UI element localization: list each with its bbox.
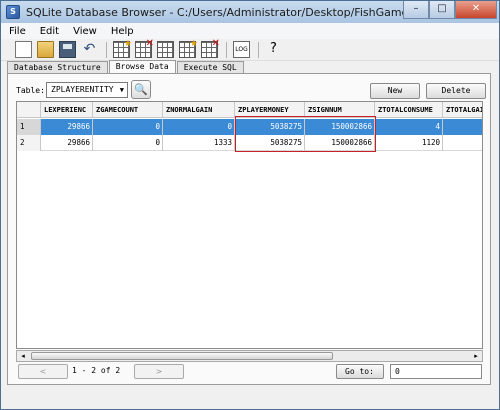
- toolbar-separator: [226, 41, 227, 58]
- table-cell[interactable]: [443, 135, 482, 151]
- table-cell[interactable]: 29866: [41, 119, 93, 135]
- open-database-icon[interactable]: [37, 41, 54, 58]
- previous-page-button[interactable]: <: [18, 364, 68, 379]
- menu-view[interactable]: View: [73, 26, 97, 37]
- corner-header: [17, 102, 41, 118]
- table-cell[interactable]: 29866: [41, 135, 93, 151]
- close-button[interactable]: ✕: [455, 1, 497, 19]
- goto-button[interactable]: Go to:: [336, 364, 384, 379]
- row-number[interactable]: 1: [17, 119, 41, 135]
- app-window: S SQLite Database Browser - C:/Users/Adm…: [0, 0, 500, 410]
- scrollbar-thumb[interactable]: [31, 352, 333, 360]
- tab-browse-data[interactable]: Browse Data: [108, 60, 176, 74]
- save-icon[interactable]: [59, 41, 76, 58]
- row-number[interactable]: 2: [17, 135, 41, 151]
- menu-bar: File Edit View Help: [1, 23, 499, 39]
- new-record-button[interactable]: New Record: [370, 83, 420, 109]
- table-select-value: ZPLAYERENTITY: [51, 85, 114, 94]
- browse-data-panel: Table: ZPLAYERENTITY ▼ 🔍 New Record Dele…: [7, 73, 491, 385]
- whats-this-icon[interactable]: ?: [265, 41, 282, 58]
- minimize-button[interactable]: –: [403, 1, 429, 19]
- modify-table-icon[interactable]: [157, 41, 174, 58]
- column-header[interactable]: ZTOTALCONSUME: [375, 102, 443, 118]
- undo-icon[interactable]: ↶: [81, 41, 98, 58]
- toolbar-separator: [258, 41, 259, 58]
- table-cell[interactable]: 0: [93, 135, 163, 151]
- next-page-button[interactable]: >: [134, 364, 184, 379]
- menu-edit[interactable]: Edit: [40, 26, 59, 37]
- search-icon: 🔍: [134, 83, 148, 96]
- table-cell[interactable]: 0: [93, 119, 163, 135]
- new-database-icon[interactable]: [15, 41, 32, 58]
- delete-table-icon[interactable]: ✕: [135, 38, 154, 58]
- highlight-annotation: [235, 116, 376, 152]
- delete-index-icon[interactable]: ✕: [201, 38, 220, 58]
- table-cell[interactable]: [443, 119, 482, 135]
- sql-log-icon[interactable]: LOG: [233, 41, 250, 58]
- table-cell[interactable]: 1120: [375, 135, 443, 151]
- menu-file[interactable]: File: [9, 26, 26, 37]
- column-header[interactable]: ZNORMALGAIN: [163, 102, 235, 118]
- table-cell[interactable]: 4: [375, 119, 443, 135]
- table-cell[interactable]: 1333: [163, 135, 235, 151]
- record-count: 1 - 2 of 2: [72, 366, 121, 375]
- create-index-icon[interactable]: ★: [179, 39, 198, 58]
- data-grid: LEXPERIENC ZGAMECOUNT ZNORMALGAIN ZPLAYE…: [16, 101, 483, 349]
- menu-help[interactable]: Help: [111, 26, 134, 37]
- column-header[interactable]: ZTOTALGAI: [443, 102, 482, 118]
- status-bar: [1, 393, 499, 409]
- toolbar: ↶ ★ ✕ ★ ✕ LOG ?: [1, 38, 499, 61]
- title-bar[interactable]: S SQLite Database Browser - C:/Users/Adm…: [1, 1, 499, 23]
- scroll-left-icon[interactable]: ◂: [17, 351, 29, 361]
- window-controls: – □ ✕: [403, 1, 497, 19]
- create-table-icon[interactable]: ★: [113, 39, 132, 58]
- database-icon: S: [6, 5, 20, 19]
- table-label: Table:: [16, 86, 45, 95]
- column-header[interactable]: ZGAMECOUNT: [93, 102, 163, 118]
- table-select[interactable]: ZPLAYERENTITY ▼: [46, 82, 128, 98]
- goto-input[interactable]: 0: [390, 364, 482, 379]
- column-header[interactable]: LEXPERIENC: [41, 102, 93, 118]
- chevron-down-icon: ▼: [119, 86, 124, 94]
- toolbar-separator: [106, 41, 107, 58]
- search-button[interactable]: 🔍: [131, 80, 151, 99]
- maximize-button[interactable]: □: [429, 1, 455, 19]
- scroll-right-icon[interactable]: ▸: [470, 351, 482, 361]
- table-cell[interactable]: 0: [163, 119, 235, 135]
- delete-record-button[interactable]: Delete Record: [426, 83, 486, 109]
- horizontal-scrollbar[interactable]: ◂ ▸: [16, 350, 483, 362]
